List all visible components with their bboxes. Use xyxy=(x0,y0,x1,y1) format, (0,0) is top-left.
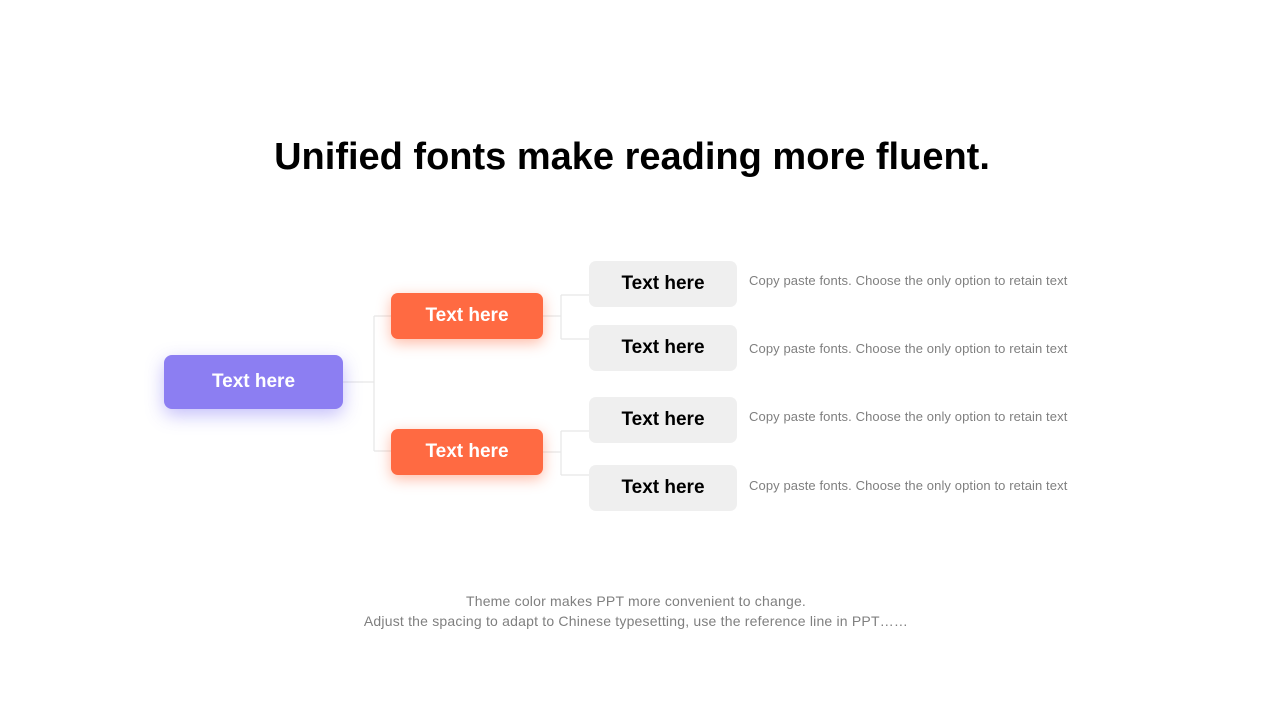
slide-title: Unified fonts make reading more fluent. xyxy=(274,136,990,178)
slide: Unified fonts make reading more fluent. … xyxy=(0,0,1280,720)
footer-note: Theme color makes PPT more convenient to… xyxy=(0,591,1272,631)
connector-branch1-leaves xyxy=(543,294,589,340)
leaf-node-4: Text here xyxy=(589,465,737,511)
connector-root-branches xyxy=(343,315,391,452)
leaf-description-3: Copy paste fonts. Choose the only option… xyxy=(749,409,1068,424)
leaf-description-2: Copy paste fonts. Choose the only option… xyxy=(749,341,1068,356)
leaf-node-1: Text here xyxy=(589,261,737,307)
leaf-description-1: Copy paste fonts. Choose the only option… xyxy=(749,273,1068,288)
leaf-description-4: Copy paste fonts. Choose the only option… xyxy=(749,478,1068,493)
connector-branch2-leaves xyxy=(543,430,589,476)
footer-line-1: Theme color makes PPT more convenient to… xyxy=(465,593,807,609)
branch-node-2: Text here xyxy=(391,429,543,475)
leaf-node-2: Text here xyxy=(589,325,737,371)
branch-node-1: Text here xyxy=(391,293,543,339)
footer-line-2: Adjust the spacing to adapt to Chinese t… xyxy=(363,613,909,629)
leaf-node-3: Text here xyxy=(589,397,737,443)
root-node: Text here xyxy=(164,355,343,409)
